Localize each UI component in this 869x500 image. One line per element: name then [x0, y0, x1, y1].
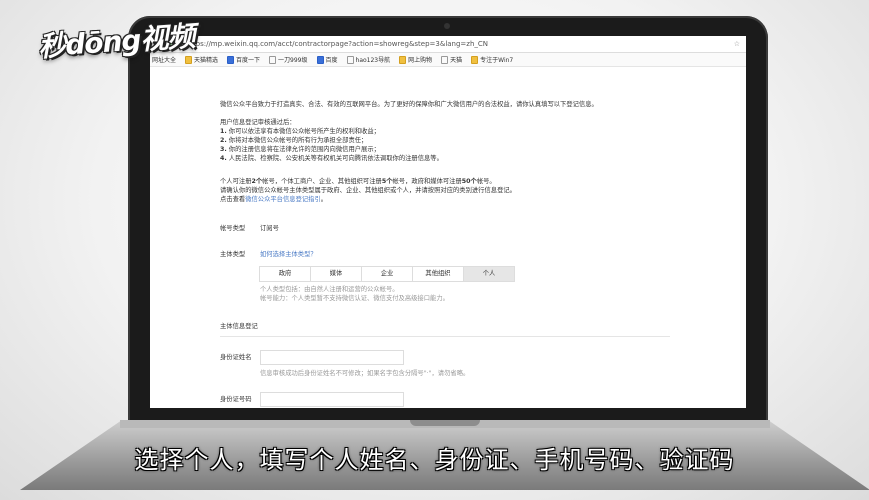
page-icon — [346, 55, 354, 64]
page-icon — [269, 55, 277, 64]
bookmark-item[interactable]: 百度一下 — [227, 55, 260, 64]
audit-item: 1. 你可以依法享有本微信公众帐号所产生的权利和收益； — [220, 128, 380, 135]
confirm-line: 请确认你的微信公众帐号主体类型属于政府、企业、其他组织或个人，并请按照对应的类别… — [220, 187, 516, 194]
divider — [220, 336, 670, 337]
browser-window: 🔒 安全 https://mp.weixin.qq.com/acct/contr… — [150, 36, 746, 408]
audit-item: 4. 人民法院、检察院、公安机关等有权机关可向腾讯依法调取你的注册信息等。 — [220, 155, 443, 162]
tab-government[interactable]: 政府 — [259, 266, 311, 282]
folder-icon — [399, 55, 407, 64]
guide-link[interactable]: 微信公众平台信息登记指引 — [245, 196, 321, 203]
id-number-input[interactable] — [260, 392, 404, 407]
paw-icon — [316, 55, 324, 64]
id-name-input[interactable] — [260, 350, 404, 365]
limit-section: 个人可注册2个帐号，个体工商户、企业、其他组织可注册5个帐号，政府和媒体可注册5… — [220, 177, 516, 204]
subject-type-row: 主体类型 如何选择主体类型？ — [220, 250, 317, 259]
webcam — [444, 23, 450, 29]
subject-info-title: 主体信息登记 — [220, 323, 258, 330]
id-number-label: 身份证号码 — [220, 396, 252, 403]
folder-icon — [471, 55, 479, 64]
audit-section: 用户信息登记审核通过后： 1. 你可以依法享有本微信公众帐号所产生的权利和收益；… — [220, 118, 443, 163]
id-name-row: 身份证姓名 — [220, 350, 404, 365]
limit-line: 个人可注册2个帐号，个体工商户、企业、其他组织可注册5个帐号，政府和媒体可注册5… — [220, 178, 496, 185]
bookmark-item[interactable]: 百度 — [316, 55, 338, 64]
bookmark-star-icon[interactable]: ☆ — [734, 40, 740, 48]
url-text[interactable]: https://mp.weixin.qq.com/acct/contractor… — [186, 40, 488, 48]
bookmark-item[interactable]: hao123导航 — [346, 55, 390, 64]
tab-other-org[interactable]: 其他组织 — [412, 266, 464, 282]
bookmark-item[interactable]: 一刀999级 — [269, 55, 308, 64]
personal-desc: 个人类型包括：由自然人注册和运营的公众帐号。 — [260, 286, 399, 293]
intro-text: 微信公众平台致力于打造真实、合法、有效的互联网平台。为了更好的保障你和广大微信用… — [220, 101, 598, 108]
tab-personal[interactable]: 个人 — [463, 266, 515, 282]
account-type-value: 订阅号 — [260, 225, 279, 232]
personal-ability: 帐号能力：个人类型暂不支持微信认证、微信支付及高级接口能力。 — [260, 295, 449, 302]
video-subtitle: 选择个人，填写个人姓名、身份证、手机号码、验证码 — [134, 446, 735, 474]
bookmark-item[interactable]: 网上购物 — [399, 55, 432, 64]
address-bar[interactable]: 🔒 安全 https://mp.weixin.qq.com/acct/contr… — [150, 36, 746, 53]
account-type-label: 帐号类型 — [220, 225, 246, 232]
page-icon — [441, 55, 449, 64]
paw-icon — [227, 55, 235, 64]
personal-type-info: 个人类型包括：由自然人注册和运营的公众帐号。 帐号能力：个人类型暂不支持微信认证… — [260, 285, 449, 303]
bookmark-item[interactable]: 天猫 — [441, 55, 462, 64]
subject-type-help-link[interactable]: 如何选择主体类型？ — [260, 250, 317, 259]
audit-title: 用户信息登记审核通过后： — [220, 119, 296, 126]
folder-icon — [185, 55, 193, 64]
bookmark-item[interactable]: 专注于Win7 — [471, 55, 513, 64]
id-name-hint: 信息审核成功后身份证姓名不可修改；如果名字包含分隔号"·"，请勿省略。 — [260, 370, 470, 377]
id-number-row: 身份证号码 — [220, 392, 404, 407]
id-name-label: 身份证姓名 — [220, 354, 252, 361]
account-type-row: 帐号类型 订阅号 — [220, 224, 279, 233]
audit-item: 3. 你的注册信息将在法律允许的范围内向微信用户展示； — [220, 146, 380, 153]
guide-line: 点击查看微信公众平台信息登记指引。 — [220, 196, 328, 203]
bookmarks-bar: 网址大全 天猫精选 百度一下 一刀999级 百度 hao123导航 网上购物 天… — [150, 53, 746, 67]
subject-type-tabs: 政府 媒体 企业 其他组织 个人 — [259, 266, 515, 282]
tab-enterprise[interactable]: 企业 — [361, 266, 413, 282]
bookmark-item[interactable]: 天猫精选 — [185, 55, 218, 64]
laptop-notch — [410, 420, 480, 426]
tab-media[interactable]: 媒体 — [310, 266, 362, 282]
audit-item: 2. 你将对本微信公众帐号的所有行为承担全部责任； — [220, 137, 368, 144]
subject-type-label: 主体类型 — [220, 251, 246, 258]
